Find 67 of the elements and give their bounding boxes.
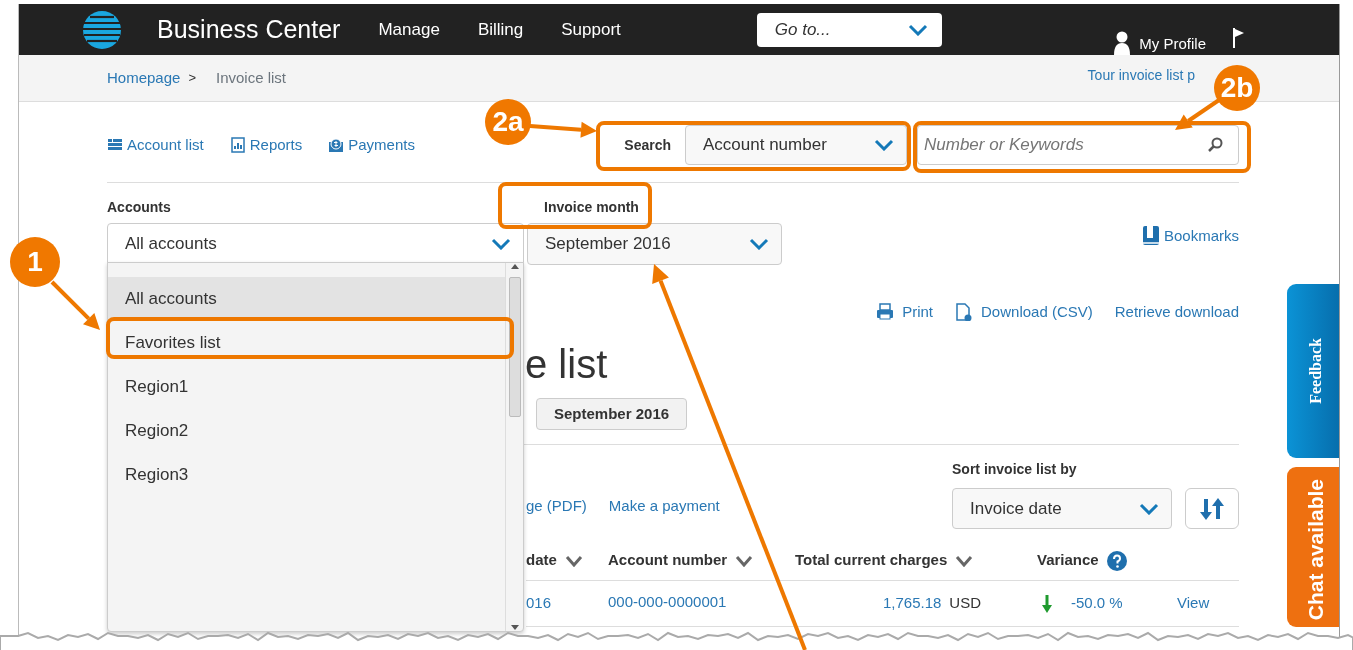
dropdown-option[interactable]: Favorites list <box>108 321 505 365</box>
action-link[interactable]: Make a payment <box>608 494 720 517</box>
month-chip[interactable]: September 2016 <box>536 397 688 430</box>
sort-label: Sort invoice list by <box>952 460 1078 479</box>
table-cell-text: USD <box>949 593 981 614</box>
callout-arrow <box>529 121 597 138</box>
nav-link[interactable]: Support <box>561 16 621 43</box>
callout-arrow <box>50 280 100 330</box>
quick-link[interactable]: Account list <box>127 133 204 157</box>
dropdown-option[interactable]: Region2 <box>108 409 505 453</box>
book-icon <box>1141 225 1160 248</box>
column-header[interactable]: Account number <box>608 549 728 572</box>
table-cell[interactable]: 1,765.18 <box>882 592 942 615</box>
chevron-down-icon <box>1139 502 1159 515</box>
search-label: Search <box>624 135 671 155</box>
action-link[interactable]: ge (PDF) <box>526 494 587 517</box>
printer-icon <box>876 303 895 322</box>
action-link[interactable]: Retrieve download <box>1114 301 1239 324</box>
field-label: Invoice month <box>543 198 640 217</box>
dropdown-option[interactable]: All accounts <box>108 277 505 321</box>
scrollbar-thumb[interactable] <box>508 277 521 417</box>
chevron-down-icon <box>491 238 511 250</box>
accounts-select[interactable]: All accounts <box>107 223 524 265</box>
column-header[interactable]: date <box>526 549 557 572</box>
quick-link[interactable]: Reports <box>249 133 303 157</box>
search-type-select[interactable]: Account number <box>685 125 907 165</box>
document-download-icon <box>955 303 974 322</box>
column-header[interactable]: Variance <box>1037 549 1099 572</box>
brand-title: Business Center <box>157 13 341 45</box>
help-icon[interactable] <box>1106 550 1127 571</box>
month-select[interactable]: September 2016 <box>527 223 782 265</box>
table-cell[interactable]: -50.0 % <box>1071 592 1123 615</box>
sort-order-button[interactable] <box>1185 488 1239 529</box>
table-cell[interactable]: 000-000-0000001 <box>608 591 727 614</box>
list-icon <box>107 137 123 153</box>
action-link[interactable]: Download (CSV) <box>981 301 1093 324</box>
chevron-down-icon <box>874 139 894 151</box>
nav-link[interactable]: Billing <box>477 16 524 43</box>
profile-link[interactable]: My Profile <box>1139 32 1206 55</box>
page-heading: e list <box>525 341 608 386</box>
column-header[interactable]: Total current charges <box>795 549 948 572</box>
globe-logo-icon <box>81 9 123 50</box>
action-link[interactable]: Print <box>902 301 934 324</box>
goto-select[interactable]: Go to... <box>756 12 942 47</box>
sort-arrows-icon <box>1199 496 1225 521</box>
dollar-envelope-icon <box>328 137 345 153</box>
chevron-down-icon <box>749 238 769 250</box>
breadcrumb-separator: > <box>188 69 196 88</box>
field-label: Accounts <box>107 198 172 217</box>
breadcrumb-link[interactable]: Homepage <box>107 66 181 90</box>
search-icon[interactable] <box>1207 137 1223 153</box>
search-field[interactable]: Number or Keywords <box>917 125 1239 165</box>
breadcrumb-current: Invoice list <box>216 67 286 88</box>
quick-link[interactable]: Payments <box>348 133 415 157</box>
nav-link[interactable]: Manage <box>378 16 440 43</box>
sort-select[interactable]: Invoice date <box>952 488 1172 529</box>
view-link[interactable]: View <box>1177 592 1210 615</box>
chart-document-icon <box>229 137 246 153</box>
dropdown-option[interactable]: Region3 <box>108 453 505 497</box>
bookmarks-link[interactable]: Bookmarks <box>1163 225 1239 248</box>
table-cell[interactable]: 016 <box>526 592 552 615</box>
dropdown-option[interactable]: Region1 <box>108 365 505 409</box>
scroll-up-icon[interactable] <box>510 263 519 271</box>
flag-icon[interactable] <box>1232 27 1244 49</box>
chevron-down-icon <box>907 23 928 36</box>
tour-link[interactable]: Tour invoice list p <box>1087 65 1195 86</box>
side-tab[interactable]: Feedback <box>1287 284 1339 458</box>
